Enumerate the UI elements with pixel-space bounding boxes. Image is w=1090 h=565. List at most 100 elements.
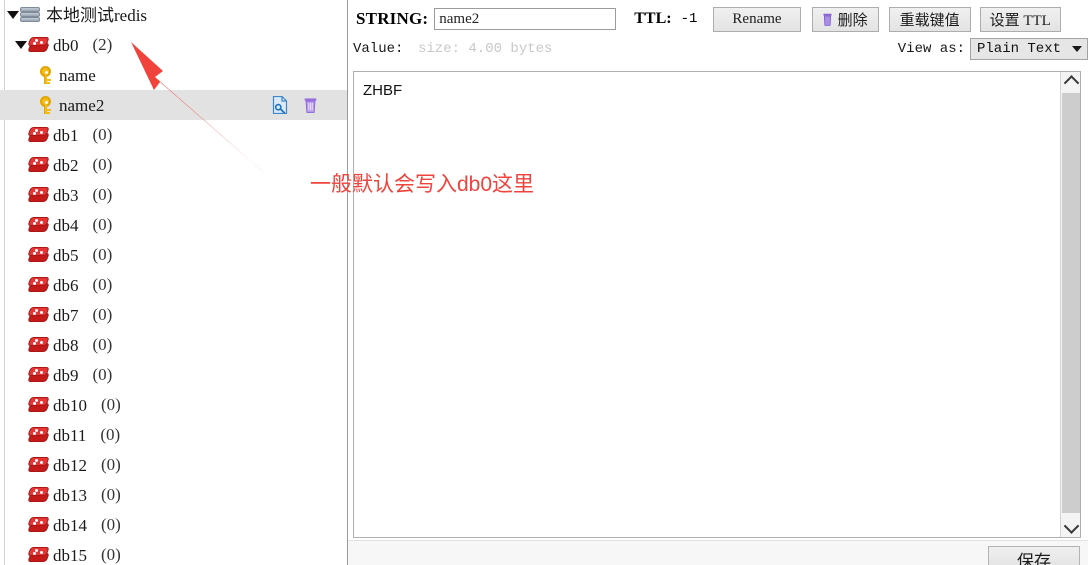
db-key-count: (0) bbox=[92, 155, 113, 174]
value-info-bar: Value: size: 4.00 bytes View as: Plain T… bbox=[348, 38, 1088, 66]
triangle-down-icon bbox=[15, 41, 27, 49]
view-as-value: Plain Text bbox=[977, 41, 1062, 57]
tree-node-db4[interactable]: db4 (0) bbox=[0, 210, 347, 240]
server-icon bbox=[20, 7, 40, 23]
value-label: Value: bbox=[353, 41, 404, 57]
key-label: name2 bbox=[59, 95, 105, 115]
db-label: db8 bbox=[53, 335, 79, 355]
redis-desktop-manager-window: 本地测试redis db0 (2) name name2 db1 (0) db2… bbox=[0, 0, 1090, 565]
view-as-label: View as: bbox=[897, 41, 965, 57]
view-as-group: View as: Plain Text bbox=[898, 38, 1088, 60]
value-size-text: size: 4.00 bytes bbox=[418, 41, 553, 57]
db-label: db15 bbox=[53, 545, 87, 565]
value-editor-scrollbar[interactable] bbox=[1060, 72, 1080, 537]
chevron-down-icon bbox=[1072, 46, 1082, 52]
db-key-count: (0) bbox=[101, 395, 121, 414]
chevron-down-icon bbox=[1063, 518, 1079, 534]
database-icon bbox=[27, 396, 50, 414]
db-key-count: (0) bbox=[92, 125, 113, 144]
db-label: db13 bbox=[53, 485, 87, 505]
tree-node-db15[interactable]: db15 (0) bbox=[0, 540, 347, 565]
db-label: db9 bbox=[53, 365, 79, 385]
trash-icon[interactable] bbox=[304, 97, 317, 113]
root-expand-toggle[interactable] bbox=[6, 0, 20, 30]
tree-key-name[interactable]: name bbox=[0, 60, 347, 90]
key-icon bbox=[38, 96, 54, 114]
tree-node-db12[interactable]: db12 (0) bbox=[0, 450, 347, 480]
key-name-input[interactable] bbox=[434, 8, 617, 30]
key-row-actions bbox=[272, 90, 317, 120]
db-key-count: (0) bbox=[92, 215, 113, 234]
db-label: db5 bbox=[53, 245, 79, 265]
delete-button-label: 删除 bbox=[837, 12, 868, 29]
delete-button[interactable]: 删除 bbox=[811, 6, 879, 32]
db-label: db1 bbox=[53, 125, 79, 145]
scrollbar-thumb[interactable] bbox=[1062, 93, 1080, 513]
db-key-count: (0) bbox=[92, 185, 113, 204]
ttl-value: -1 bbox=[680, 11, 698, 27]
database-list: db1 (0) db2 (0) db3 (0) db4 (0) db5 (0) db6 (0) db7 (… bbox=[0, 120, 347, 565]
tree-node-db8[interactable]: db8 (0) bbox=[0, 330, 347, 360]
db-label: db4 bbox=[53, 215, 79, 235]
tree-node-db2[interactable]: db2 (0) bbox=[0, 150, 347, 180]
db-key-count: (0) bbox=[92, 275, 113, 294]
tree-key-name2[interactable]: name2 bbox=[0, 90, 347, 120]
database-icon bbox=[27, 426, 50, 444]
tree-node-db13[interactable]: db13 (0) bbox=[0, 480, 347, 510]
chevron-up-icon bbox=[1063, 75, 1079, 91]
tree-node-db11[interactable]: db11 (0) bbox=[0, 420, 347, 450]
scroll-up-button[interactable] bbox=[1061, 72, 1081, 91]
redis-key-tree-panel: 本地测试redis db0 (2) name name2 db1 (0) db2… bbox=[0, 0, 348, 565]
database-icon bbox=[27, 126, 50, 144]
db-key-count: (0) bbox=[92, 365, 113, 384]
db-key-count: (0) bbox=[101, 545, 121, 564]
tree-node-db3[interactable]: db3 (0) bbox=[0, 180, 347, 210]
tree-node-db10[interactable]: db10 (0) bbox=[0, 390, 347, 420]
scroll-down-button[interactable] bbox=[1061, 518, 1081, 537]
key-type-label: STRING: bbox=[356, 9, 429, 28]
database-icon bbox=[27, 276, 50, 294]
value-editor-content: ZHBF bbox=[363, 82, 403, 99]
trash-icon bbox=[822, 13, 832, 26]
tree-node-db9[interactable]: db9 (0) bbox=[0, 360, 347, 390]
db-label: db14 bbox=[53, 515, 87, 535]
db-key-count: (0) bbox=[92, 305, 113, 324]
database-icon bbox=[27, 216, 50, 234]
db-key-count: (0) bbox=[101, 515, 121, 534]
rename-button[interactable]: Rename bbox=[713, 6, 801, 32]
set-ttl-button[interactable]: 设置 TTL bbox=[979, 6, 1061, 32]
root-server-label: 本地测试redis bbox=[46, 5, 148, 25]
db0-expand-toggle[interactable] bbox=[14, 30, 28, 60]
tree-node-db0[interactable]: db0 (2) bbox=[0, 30, 347, 60]
tree-node-db7[interactable]: db7 (0) bbox=[0, 300, 347, 330]
db-label: db2 bbox=[53, 155, 79, 175]
key-detail-panel: STRING: TTL: -1 Rename 删除 重载键值 设置 TTL Va… bbox=[348, 0, 1090, 565]
db-label: db6 bbox=[53, 275, 79, 295]
db-key-count: (0) bbox=[101, 485, 121, 504]
tree-node-db5[interactable]: db5 (0) bbox=[0, 240, 347, 270]
ttl-label: TTL: bbox=[634, 10, 672, 27]
db0-key-count: (2) bbox=[92, 35, 113, 54]
db0-label: db0 bbox=[53, 35, 79, 55]
database-icon bbox=[27, 246, 50, 264]
key-icon bbox=[38, 66, 54, 84]
save-button[interactable]: 保存 bbox=[988, 546, 1080, 565]
value-editor[interactable]: ZHBF bbox=[353, 71, 1081, 538]
database-icon bbox=[27, 336, 50, 354]
tree-node-db6[interactable]: db6 (0) bbox=[0, 270, 347, 300]
db-key-count: (0) bbox=[92, 335, 113, 354]
database-icon bbox=[27, 456, 50, 474]
db-key-count: (0) bbox=[101, 455, 121, 474]
database-icon bbox=[27, 156, 50, 174]
tree-node-db1[interactable]: db1 (0) bbox=[0, 120, 347, 150]
db-key-count: (0) bbox=[100, 425, 121, 444]
edit-document-icon[interactable] bbox=[272, 95, 288, 115]
db-label: db11 bbox=[53, 425, 87, 445]
database-icon bbox=[27, 36, 50, 54]
db-label: db12 bbox=[53, 455, 87, 475]
reload-value-button[interactable]: 重载键值 bbox=[888, 6, 971, 32]
tree-node-db14[interactable]: db14 (0) bbox=[0, 510, 347, 540]
view-as-select[interactable]: Plain Text bbox=[970, 38, 1088, 60]
save-bar: 保存 bbox=[348, 540, 1088, 565]
tree-node-root-server[interactable]: 本地测试redis bbox=[0, 0, 347, 30]
